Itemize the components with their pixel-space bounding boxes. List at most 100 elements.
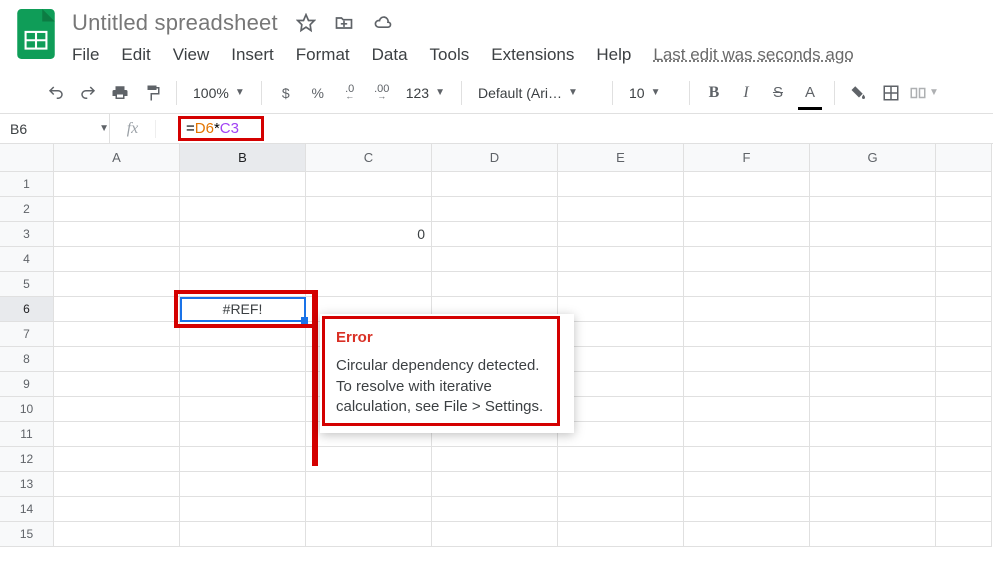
cell[interactable] — [558, 397, 684, 422]
cell[interactable] — [936, 322, 992, 347]
cell[interactable] — [810, 422, 936, 447]
cell[interactable] — [936, 272, 992, 297]
cell[interactable] — [180, 322, 306, 347]
cell[interactable] — [54, 447, 180, 472]
cell[interactable] — [684, 497, 810, 522]
cell[interactable] — [684, 522, 810, 547]
cell[interactable] — [306, 497, 432, 522]
cell[interactable] — [810, 347, 936, 372]
cell[interactable] — [432, 272, 558, 297]
star-icon[interactable] — [296, 13, 316, 33]
col-header[interactable]: B — [180, 144, 306, 172]
currency-button[interactable]: $ — [272, 79, 300, 107]
name-box[interactable]: B6 ▼ — [0, 114, 110, 143]
cell[interactable] — [810, 322, 936, 347]
cell[interactable] — [54, 172, 180, 197]
row-header[interactable]: 15 — [0, 522, 54, 547]
col-header[interactable]: C — [306, 144, 432, 172]
row-header[interactable]: 14 — [0, 497, 54, 522]
cell[interactable] — [306, 472, 432, 497]
menu-view[interactable]: View — [173, 45, 210, 65]
cell[interactable] — [306, 447, 432, 472]
italic-button[interactable]: I — [732, 79, 760, 107]
cell[interactable] — [432, 497, 558, 522]
cell[interactable] — [810, 397, 936, 422]
cell[interactable] — [810, 497, 936, 522]
cell[interactable] — [936, 497, 992, 522]
cell[interactable] — [306, 247, 432, 272]
redo-button[interactable] — [74, 79, 102, 107]
cell[interactable] — [54, 197, 180, 222]
zoom-combo[interactable]: 100% ▼ — [187, 79, 251, 107]
cell[interactable] — [558, 472, 684, 497]
cell[interactable] — [936, 447, 992, 472]
cell[interactable] — [558, 172, 684, 197]
row-header[interactable]: 12 — [0, 447, 54, 472]
cell[interactable] — [432, 222, 558, 247]
cell[interactable] — [558, 247, 684, 272]
cell[interactable] — [54, 472, 180, 497]
cell[interactable] — [54, 372, 180, 397]
cell[interactable] — [306, 522, 432, 547]
undo-button[interactable] — [42, 79, 70, 107]
decrease-decimal-button[interactable]: .0← — [336, 79, 364, 107]
cell[interactable] — [810, 297, 936, 322]
col-header[interactable]: A — [54, 144, 180, 172]
cell[interactable] — [684, 197, 810, 222]
cell[interactable] — [810, 447, 936, 472]
cell[interactable] — [936, 197, 992, 222]
sheets-logo[interactable] — [14, 8, 58, 60]
cell[interactable] — [432, 447, 558, 472]
row-header[interactable]: 4 — [0, 247, 54, 272]
menu-tools[interactable]: Tools — [430, 45, 470, 65]
fill-color-button[interactable] — [845, 79, 873, 107]
cell[interactable] — [558, 222, 684, 247]
cell[interactable] — [180, 447, 306, 472]
cloud-status-icon[interactable] — [372, 13, 394, 33]
cell[interactable] — [54, 422, 180, 447]
menu-insert[interactable]: Insert — [231, 45, 274, 65]
cell[interactable] — [180, 197, 306, 222]
cell[interactable] — [558, 522, 684, 547]
cell[interactable] — [936, 472, 992, 497]
cell[interactable] — [54, 222, 180, 247]
cell-b6[interactable]: #REF! — [180, 297, 306, 322]
cell[interactable] — [684, 447, 810, 472]
cell[interactable] — [684, 322, 810, 347]
cell[interactable] — [810, 472, 936, 497]
cell[interactable] — [684, 372, 810, 397]
row-header[interactable]: 9 — [0, 372, 54, 397]
menu-format[interactable]: Format — [296, 45, 350, 65]
cell[interactable] — [936, 347, 992, 372]
cell[interactable] — [180, 497, 306, 522]
cell[interactable] — [54, 272, 180, 297]
font-family-combo[interactable]: Default (Ari… ▼ — [472, 79, 602, 107]
cell[interactable] — [684, 422, 810, 447]
menu-extensions[interactable]: Extensions — [491, 45, 574, 65]
col-header[interactable]: F — [684, 144, 810, 172]
cell[interactable] — [432, 247, 558, 272]
cell[interactable] — [936, 297, 992, 322]
cell[interactable] — [684, 347, 810, 372]
paint-format-button[interactable] — [138, 79, 166, 107]
col-header[interactable]: D — [432, 144, 558, 172]
cell[interactable] — [810, 522, 936, 547]
borders-button[interactable] — [877, 79, 905, 107]
cell[interactable] — [54, 522, 180, 547]
cell[interactable] — [936, 422, 992, 447]
cell[interactable] — [810, 197, 936, 222]
cell[interactable] — [936, 522, 992, 547]
cell[interactable] — [810, 272, 936, 297]
cell[interactable] — [810, 172, 936, 197]
doc-title[interactable]: Untitled spreadsheet — [72, 10, 278, 36]
cell[interactable] — [810, 222, 936, 247]
percent-button[interactable]: % — [304, 79, 332, 107]
cell[interactable] — [558, 447, 684, 472]
cell[interactable] — [54, 497, 180, 522]
cell[interactable] — [306, 172, 432, 197]
cell[interactable] — [180, 247, 306, 272]
cell[interactable] — [180, 272, 306, 297]
cell[interactable] — [684, 172, 810, 197]
cell[interactable] — [810, 247, 936, 272]
cell[interactable] — [558, 372, 684, 397]
